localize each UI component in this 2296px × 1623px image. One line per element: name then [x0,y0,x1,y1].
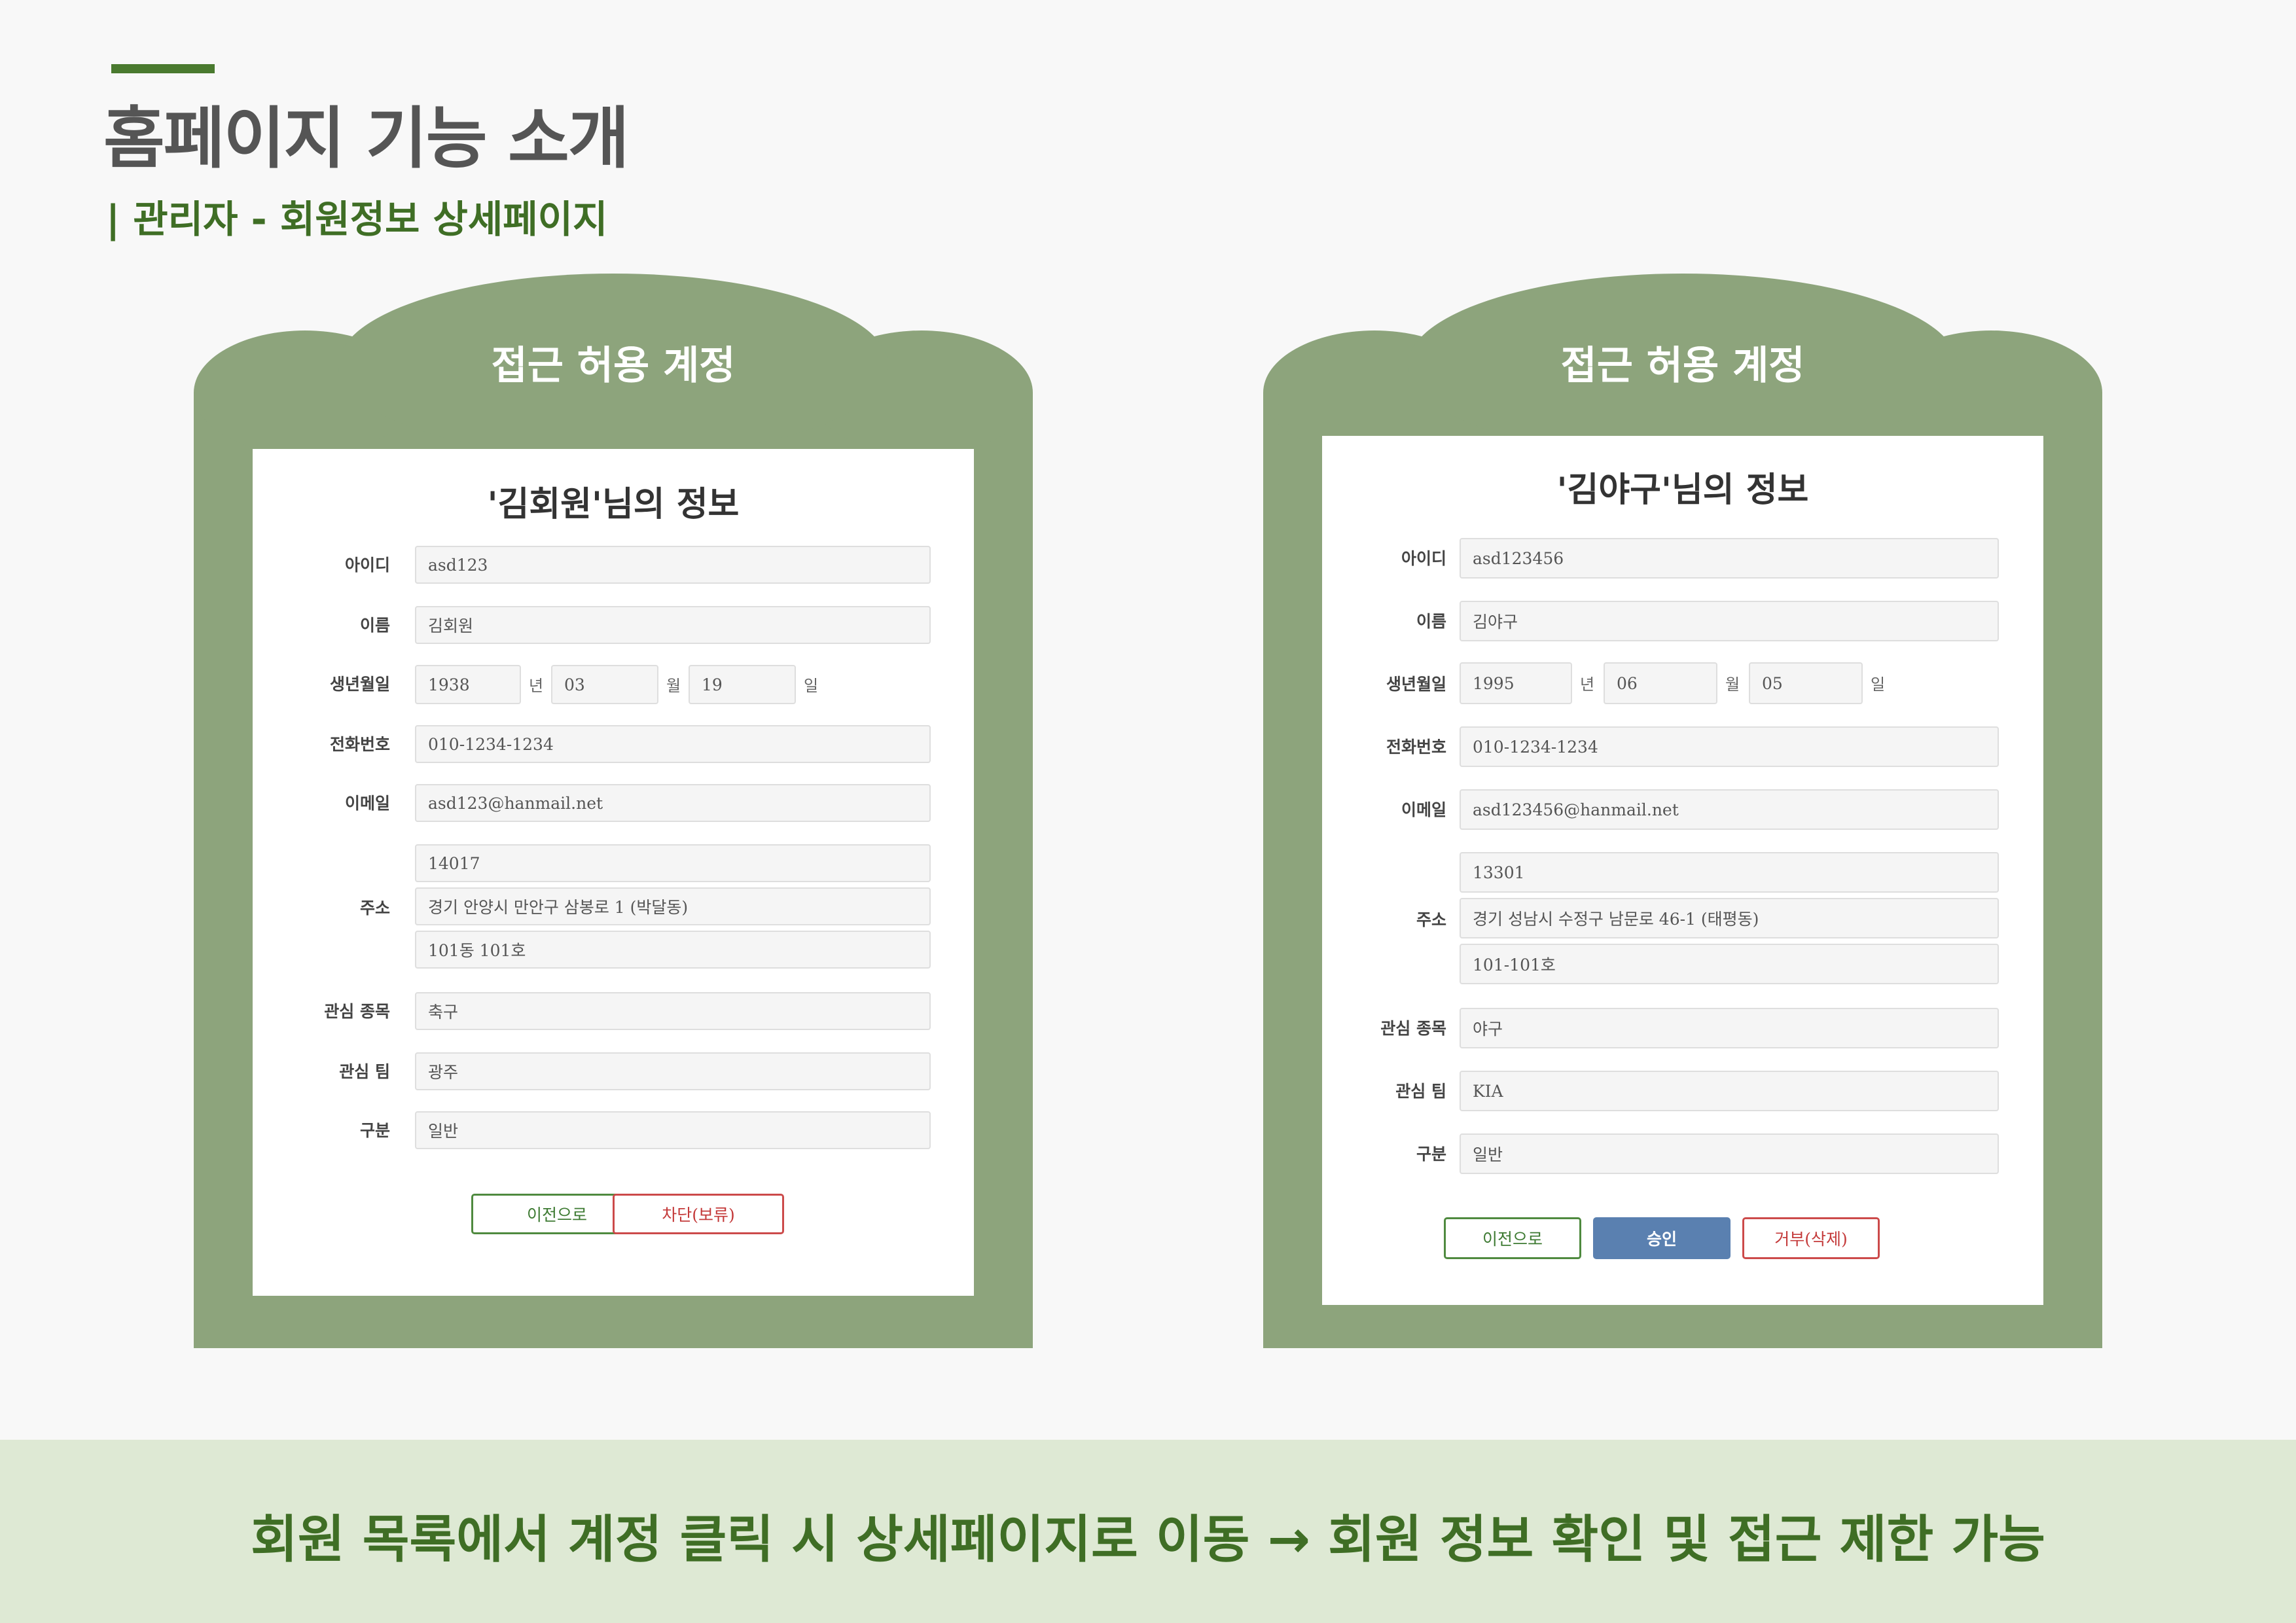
unit-year: 년 [1580,675,1595,694]
member-detail-card: '김야구'님의 정보 아이디 asd123456 이름 김야구 생년월일 199… [1322,436,2043,1305]
category-field[interactable]: 일반 [415,1111,931,1149]
address-line1-field[interactable]: 경기 성남시 수정구 남문로 46-1 (태평동) [1460,898,1999,938]
zipcode-field[interactable]: 13301 [1460,852,1999,893]
label-phone: 전화번호 [329,735,390,754]
name-field[interactable]: 김회원 [415,606,931,644]
block-button[interactable]: 차단(보류) [613,1194,784,1234]
label-name: 이름 [1416,612,1446,631]
address-line1-field[interactable]: 경기 안양시 만안구 삼봉로 1 (박달동) [415,887,931,925]
label-category: 구분 [1416,1145,1446,1164]
address-line2-field[interactable]: 101동 101호 [415,931,931,969]
phone-field[interactable]: 010-1234-1234 [415,725,931,763]
card-title: '김야구'님의 정보 [1556,471,1809,510]
sport-field[interactable]: 야구 [1460,1008,1999,1048]
unit-month: 월 [1725,675,1740,694]
title-accent-line [111,64,215,73]
unit-month: 월 [666,677,681,695]
label-phone: 전화번호 [1386,738,1446,757]
id-field[interactable]: asd123456 [1460,538,1999,579]
category-field[interactable]: 일반 [1460,1133,1999,1174]
approve-button[interactable]: 승인 [1593,1217,1731,1259]
member-detail-card: '김회원'님의 정보 아이디 asd123 이름 김회원 생년월일 1938 년… [253,449,974,1296]
birth-month-field[interactable]: 06 [1604,662,1717,704]
birth-day-field[interactable]: 05 [1749,662,1863,704]
unit-day: 일 [1871,675,1886,694]
birth-year-field[interactable]: 1995 [1460,662,1572,704]
panel-right: 접근 허용 계정 '김야구'님의 정보 아이디 asd123456 이름 김야구… [1263,274,2102,1348]
footer-text: 회원 목록에서 계정 클릭 시 상세페이지로 이동 → 회원 정보 확인 및 접… [251,1510,2045,1569]
team-field[interactable]: KIA [1460,1071,1999,1111]
page-subtitle: | 관리자 - 회원정보 상세페이지 [106,197,608,241]
birth-day-field[interactable]: 19 [689,665,796,704]
label-sport: 관심 종목 [1380,1019,1446,1038]
label-address: 주소 [1416,910,1446,929]
footer-banner: 회원 목록에서 계정 클릭 시 상세페이지로 이동 → 회원 정보 확인 및 접… [0,1440,2296,1623]
label-birth: 생년월일 [1386,675,1446,694]
email-field[interactable]: asd123@hanmail.net [415,784,931,822]
card-title: '김회원'님의 정보 [487,485,740,524]
label-category: 구분 [359,1121,390,1140]
birth-year-field[interactable]: 1938 [415,665,521,704]
name-field[interactable]: 김야구 [1460,601,1999,641]
panel-left: 접근 허용 계정 '김회원'님의 정보 아이디 asd123 이름 김회원 생년… [194,274,1033,1348]
label-name: 이름 [359,616,390,635]
label-birth: 생년월일 [329,675,390,694]
unit-year: 년 [529,677,544,695]
reject-button[interactable]: 거부(삭제) [1742,1217,1880,1259]
label-sport: 관심 종목 [324,1002,390,1021]
zipcode-field[interactable]: 14017 [415,844,931,882]
page-title: 홈페이지 기능 소개 [103,100,630,178]
panel-banner-title: 접근 허용 계정 [491,343,736,389]
birth-month-field[interactable]: 03 [551,665,658,704]
panel-banner-title: 접근 허용 계정 [1560,343,1805,389]
back-button[interactable]: 이전으로 [1444,1217,1581,1259]
id-field[interactable]: asd123 [415,546,931,584]
label-id: 아이디 [344,556,390,575]
label-email: 이메일 [344,794,390,813]
address-line2-field[interactable]: 101-101호 [1460,944,1999,984]
label-address: 주소 [359,899,390,918]
label-team: 관심 팀 [1395,1082,1446,1101]
email-field[interactable]: asd123456@hanmail.net [1460,789,1999,830]
sport-field[interactable]: 축구 [415,992,931,1030]
team-field[interactable]: 광주 [415,1052,931,1090]
unit-day: 일 [804,677,819,695]
label-email: 이메일 [1401,800,1446,819]
label-id: 아이디 [1401,549,1446,568]
phone-field[interactable]: 010-1234-1234 [1460,726,1999,767]
label-team: 관심 팀 [339,1062,390,1081]
